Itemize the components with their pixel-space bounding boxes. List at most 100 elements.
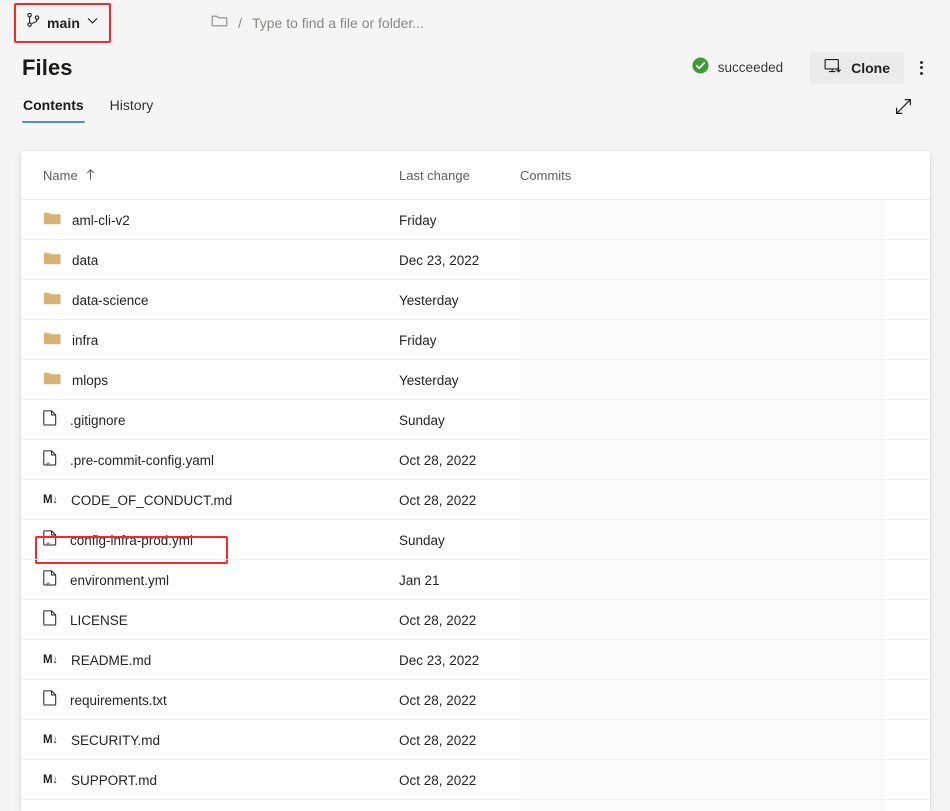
file-name-cell[interactable]: M↓ SUPPORT.md — [21, 773, 399, 788]
last-change-cell: Sunday — [399, 413, 520, 428]
table-row[interactable]: LICENSEOct 28, 2022 — [21, 600, 930, 640]
sort-ascending-arrow-icon — [85, 168, 96, 184]
last-change-cell: Oct 28, 2022 — [399, 453, 520, 468]
file-name-label: CODE_OF_CONDUCT.md — [71, 493, 232, 508]
file-path-search[interactable]: / Type to find a file or folder... — [211, 8, 950, 38]
kebab-menu-icon — [920, 61, 923, 75]
markdown-icon: M↓ — [43, 494, 60, 506]
table-row[interactable]: infra Friday — [21, 320, 930, 360]
file-name-cell[interactable]: requirements.txt — [21, 690, 399, 710]
table-row[interactable]: Y: environment.yml Jan 21 — [21, 560, 930, 600]
file-name-cell[interactable]: data — [21, 251, 399, 269]
yaml-file-icon: Y: — [43, 530, 59, 550]
file-name-label: environment.yml — [70, 573, 169, 588]
table-row[interactable]: M↓README.mdDec 23, 2022 — [21, 640, 930, 680]
yaml-file-icon: Y: — [43, 450, 59, 470]
file-name-label: data — [72, 253, 98, 268]
table-row[interactable]: .gitignore Sunday — [21, 400, 930, 440]
clone-button[interactable]: Clone — [810, 52, 904, 84]
table-row[interactable]: M↓ SECURITY.md Oct 28, 2022 — [21, 720, 930, 760]
markdown-icon: M↓ — [43, 774, 60, 786]
file-name-cell[interactable]: mlops — [21, 371, 399, 389]
column-header-name[interactable]: Name — [21, 168, 399, 184]
table-row[interactable]: Y:config-infra-prod.ymlSunday — [21, 520, 930, 560]
title-actions: succeeded Clone — [692, 52, 950, 84]
file-name-cell[interactable]: Y: environment.yml — [21, 570, 399, 590]
branch-name: main — [47, 15, 80, 31]
file-name-cell[interactable]: LICENSE — [21, 610, 399, 630]
last-change-cell: Friday — [399, 333, 520, 348]
file-name-label: SECURITY.md — [71, 733, 160, 748]
page-title: Files — [22, 55, 73, 81]
last-change-cell: Oct 28, 2022 — [399, 693, 520, 708]
folder-icon — [43, 251, 61, 269]
check-circle-icon — [692, 57, 709, 79]
tab-bar: Contents History — [0, 93, 950, 133]
title-row: Files succeeded Clone — [0, 45, 950, 90]
column-header-commits[interactable]: Commits — [520, 168, 930, 183]
branch-picker[interactable]: main — [22, 9, 107, 37]
last-change-cell: Yesterday — [399, 373, 520, 388]
table-row[interactable]: M↓ SUPPORT.md Oct 28, 2022 — [21, 760, 930, 800]
last-change-cell: Yesterday — [399, 293, 520, 308]
table-row[interactable]: Y: .pre-commit-config.yaml Oct 28, 2022 — [21, 440, 930, 480]
chevron-down-icon — [86, 14, 99, 32]
last-change-cell: Friday — [399, 213, 520, 228]
file-name-cell[interactable]: .gitignore — [21, 410, 399, 430]
branch-icon — [26, 12, 41, 33]
file-name-cell[interactable]: M↓README.md — [21, 653, 399, 668]
svg-text:Y:: Y: — [46, 461, 51, 466]
status-label: succeeded — [718, 60, 783, 75]
file-name-label: data-science — [72, 293, 149, 308]
last-change-cell: Oct 28, 2022 — [399, 733, 520, 748]
files-table-card: Name Last change Commits aml-cli-v2 Frida… — [21, 151, 930, 811]
table-row[interactable]: data Dec 23, 2022 — [21, 240, 930, 280]
column-header-last-change[interactable]: Last change — [399, 168, 520, 183]
file-name-cell[interactable]: M↓ SECURITY.md — [21, 733, 399, 748]
file-name-label: .pre-commit-config.yaml — [70, 453, 214, 468]
expand-button[interactable] — [890, 95, 916, 121]
last-change-cell: Oct 28, 2022 — [399, 493, 520, 508]
table-row[interactable]: data-science Yesterday — [21, 280, 930, 320]
file-name-cell[interactable]: infra — [21, 331, 399, 349]
file-name-label: infra — [72, 333, 98, 348]
last-change-cell: Sunday — [399, 533, 520, 548]
file-name-label: .gitignore — [70, 413, 126, 428]
file-name-cell[interactable]: M↓ CODE_OF_CONDUCT.md — [21, 493, 399, 508]
file-name-cell[interactable]: Y:config-infra-prod.yml — [21, 530, 399, 550]
clone-button-label: Clone — [851, 60, 890, 76]
markdown-icon: M↓ — [43, 734, 60, 746]
last-change-cell: Dec 23, 2022 — [399, 253, 520, 268]
file-name-cell[interactable]: data-science — [21, 291, 399, 309]
file-icon — [43, 610, 59, 630]
file-name-cell[interactable]: Y: .pre-commit-config.yaml — [21, 450, 399, 470]
table-row[interactable]: mlopsYesterday — [21, 360, 930, 400]
file-name-label: requirements.txt — [70, 693, 167, 708]
table-header-row: Name Last change Commits — [21, 151, 930, 200]
tab-contents[interactable]: Contents — [22, 93, 85, 123]
file-name-label: aml-cli-v2 — [72, 213, 130, 228]
column-header-name-label: Name — [43, 168, 78, 183]
top-bar: main / Type to find a file or folder... — [0, 0, 950, 45]
folder-icon — [43, 371, 61, 389]
file-name-cell[interactable]: aml-cli-v2 — [21, 211, 399, 229]
svg-text:Y:: Y: — [46, 541, 51, 546]
table-row[interactable]: requirements.txt Oct 28, 2022 — [21, 680, 930, 720]
table-row[interactable]: aml-cli-v2 Friday — [21, 200, 930, 240]
last-change-cell: Oct 28, 2022 — [399, 773, 520, 788]
file-name-label: SUPPORT.md — [71, 773, 157, 788]
more-actions-button[interactable] — [904, 52, 938, 84]
last-change-cell: Jan 21 — [399, 573, 520, 588]
file-icon — [43, 410, 59, 430]
tab-history[interactable]: History — [109, 93, 155, 123]
markdown-icon: M↓ — [43, 654, 60, 666]
search-input[interactable]: Type to find a file or folder... — [252, 15, 424, 31]
file-icon — [43, 690, 59, 710]
table-row[interactable]: M↓ CODE_OF_CONDUCT.md Oct 28, 2022 — [21, 480, 930, 520]
yaml-file-icon: Y: — [43, 570, 59, 590]
last-change-cell: Dec 23, 2022 — [399, 653, 520, 668]
folder-icon — [43, 211, 61, 229]
expand-diagonal-icon — [894, 97, 913, 119]
path-separator: / — [238, 15, 242, 31]
tab-contents-label: Contents — [23, 97, 84, 113]
